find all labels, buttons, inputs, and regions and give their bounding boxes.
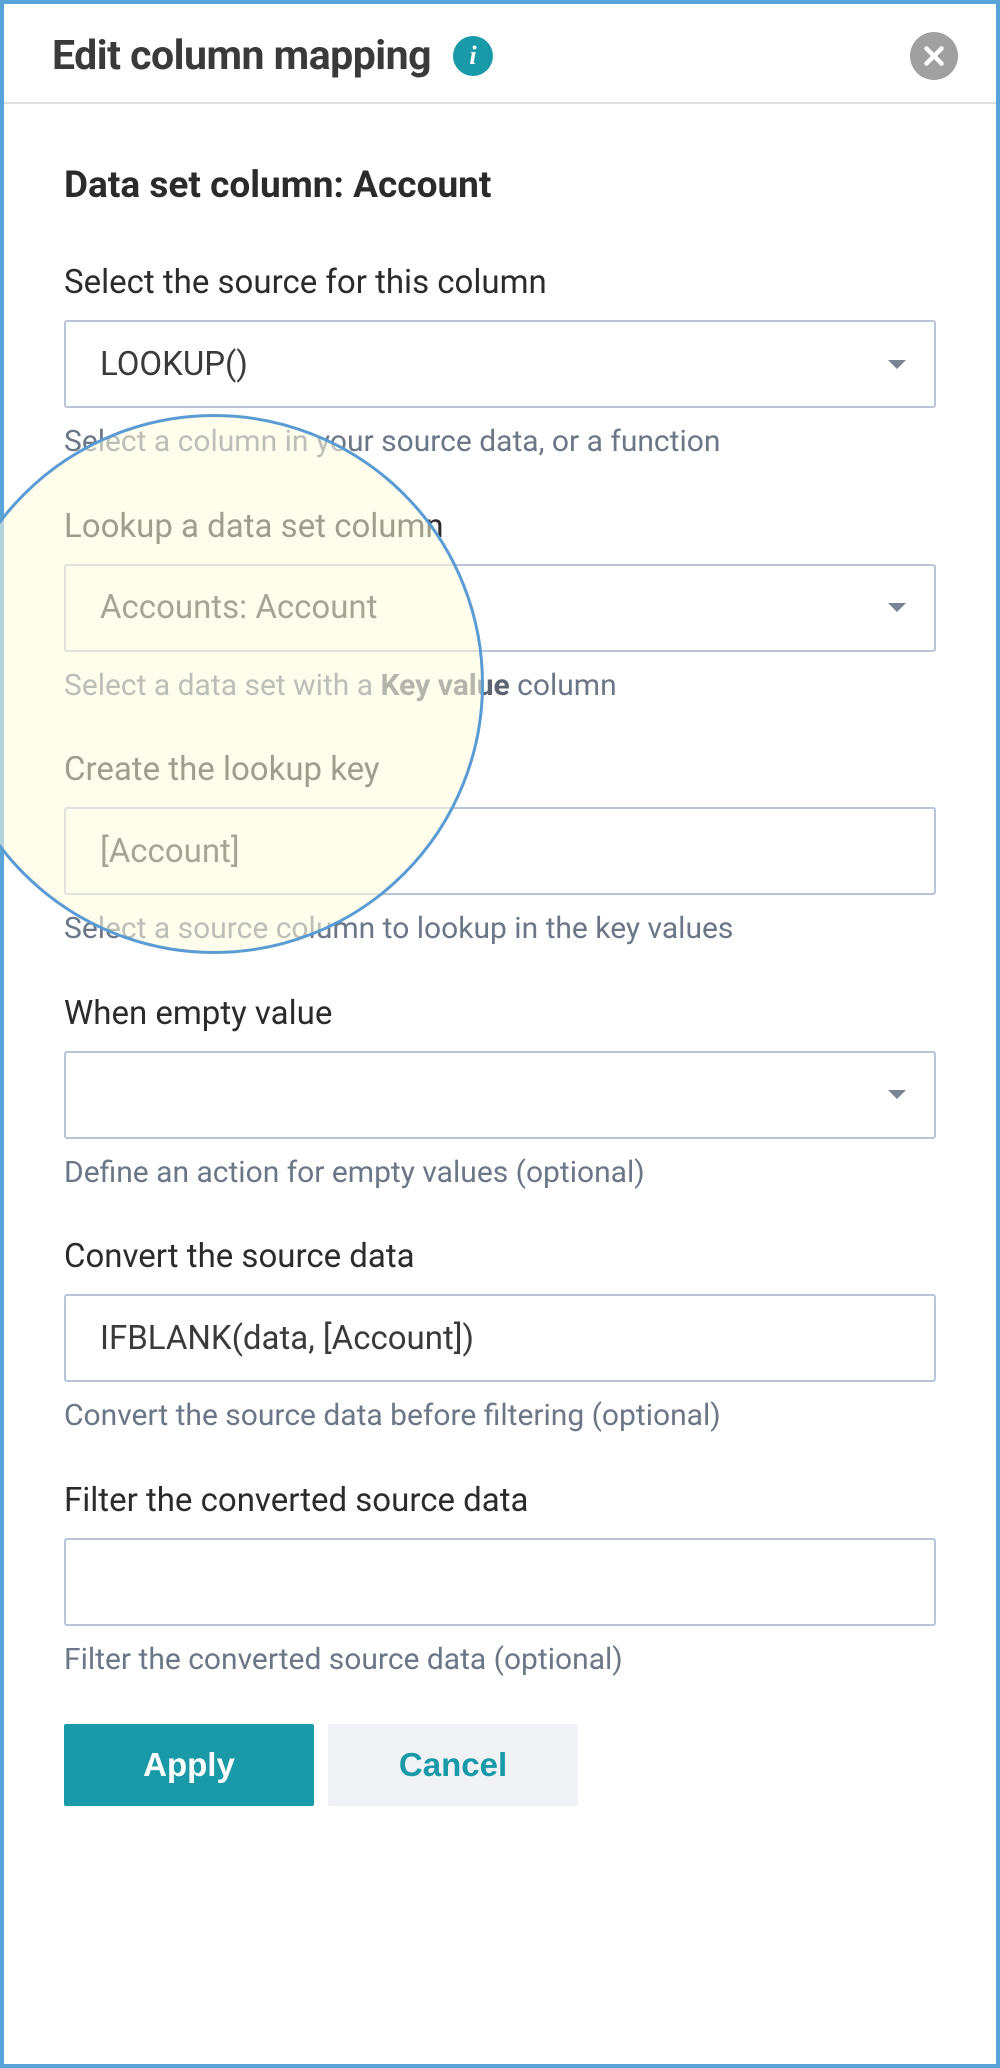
helper-post: column [510, 668, 617, 703]
button-row: Apply Cancel [64, 1724, 936, 1806]
lookup-column-label: Lookup a data set column [64, 507, 936, 546]
convert-value: IFBLANK(data, [Account]) [100, 1319, 906, 1358]
apply-button[interactable]: Apply [64, 1724, 314, 1806]
close-button[interactable] [910, 32, 958, 80]
source-helper: Select a column in your source data, or … [64, 422, 936, 463]
lookup-key-helper: Select a source column to lookup in the … [64, 909, 936, 950]
field-lookup-column: Lookup a data set column Accounts: Accou… [64, 507, 936, 707]
convert-helper: Convert the source data before filtering… [64, 1396, 936, 1437]
empty-value-label: When empty value [64, 994, 936, 1033]
lookup-key-label: Create the lookup key [64, 750, 936, 789]
convert-input[interactable]: IFBLANK(data, [Account]) [64, 1294, 936, 1382]
lookup-column-select[interactable]: Accounts: Account [64, 564, 936, 652]
edit-column-mapping-dialog: Edit column mapping i Data set column: A… [0, 0, 1000, 2068]
empty-value-helper: Define an action for empty values (optio… [64, 1153, 936, 1194]
chevron-down-icon [888, 360, 906, 369]
close-icon [921, 43, 947, 69]
lookup-key-value: [Account] [100, 832, 906, 871]
source-select[interactable]: LOOKUP() [64, 320, 936, 408]
chevron-down-icon [888, 1090, 906, 1099]
convert-label: Convert the source data [64, 1237, 936, 1276]
helper-pre: Select a data set with a [64, 668, 380, 703]
field-lookup-key: Create the lookup key [Account] Select a… [64, 750, 936, 950]
dialog-title: Edit column mapping [52, 32, 431, 80]
field-filter: Filter the converted source data Filter … [64, 1481, 936, 1681]
field-convert: Convert the source data IFBLANK(data, [A… [64, 1237, 936, 1437]
filter-helper: Filter the converted source data (option… [64, 1640, 936, 1681]
helper-emph: Key value [380, 668, 509, 703]
field-empty-value: When empty value Define an action for em… [64, 994, 936, 1194]
dialog-body: Data set column: Account Select the sour… [4, 104, 996, 1806]
info-icon[interactable]: i [453, 36, 493, 76]
section-heading: Data set column: Account [64, 164, 936, 207]
lookup-column-select-value: Accounts: Account [100, 588, 888, 627]
dialog-title-wrap: Edit column mapping i [52, 32, 493, 80]
chevron-down-icon [888, 603, 906, 612]
filter-label: Filter the converted source data [64, 1481, 936, 1520]
empty-value-select[interactable] [64, 1051, 936, 1139]
source-select-value: LOOKUP() [100, 345, 888, 384]
lookup-column-helper: Select a data set with a Key value colum… [64, 666, 936, 707]
lookup-key-input[interactable]: [Account] [64, 807, 936, 895]
cancel-button[interactable]: Cancel [328, 1724, 578, 1806]
field-source: Select the source for this column LOOKUP… [64, 263, 936, 463]
dialog-header: Edit column mapping i [4, 4, 996, 104]
filter-input[interactable] [64, 1538, 936, 1626]
source-label: Select the source for this column [64, 263, 936, 302]
